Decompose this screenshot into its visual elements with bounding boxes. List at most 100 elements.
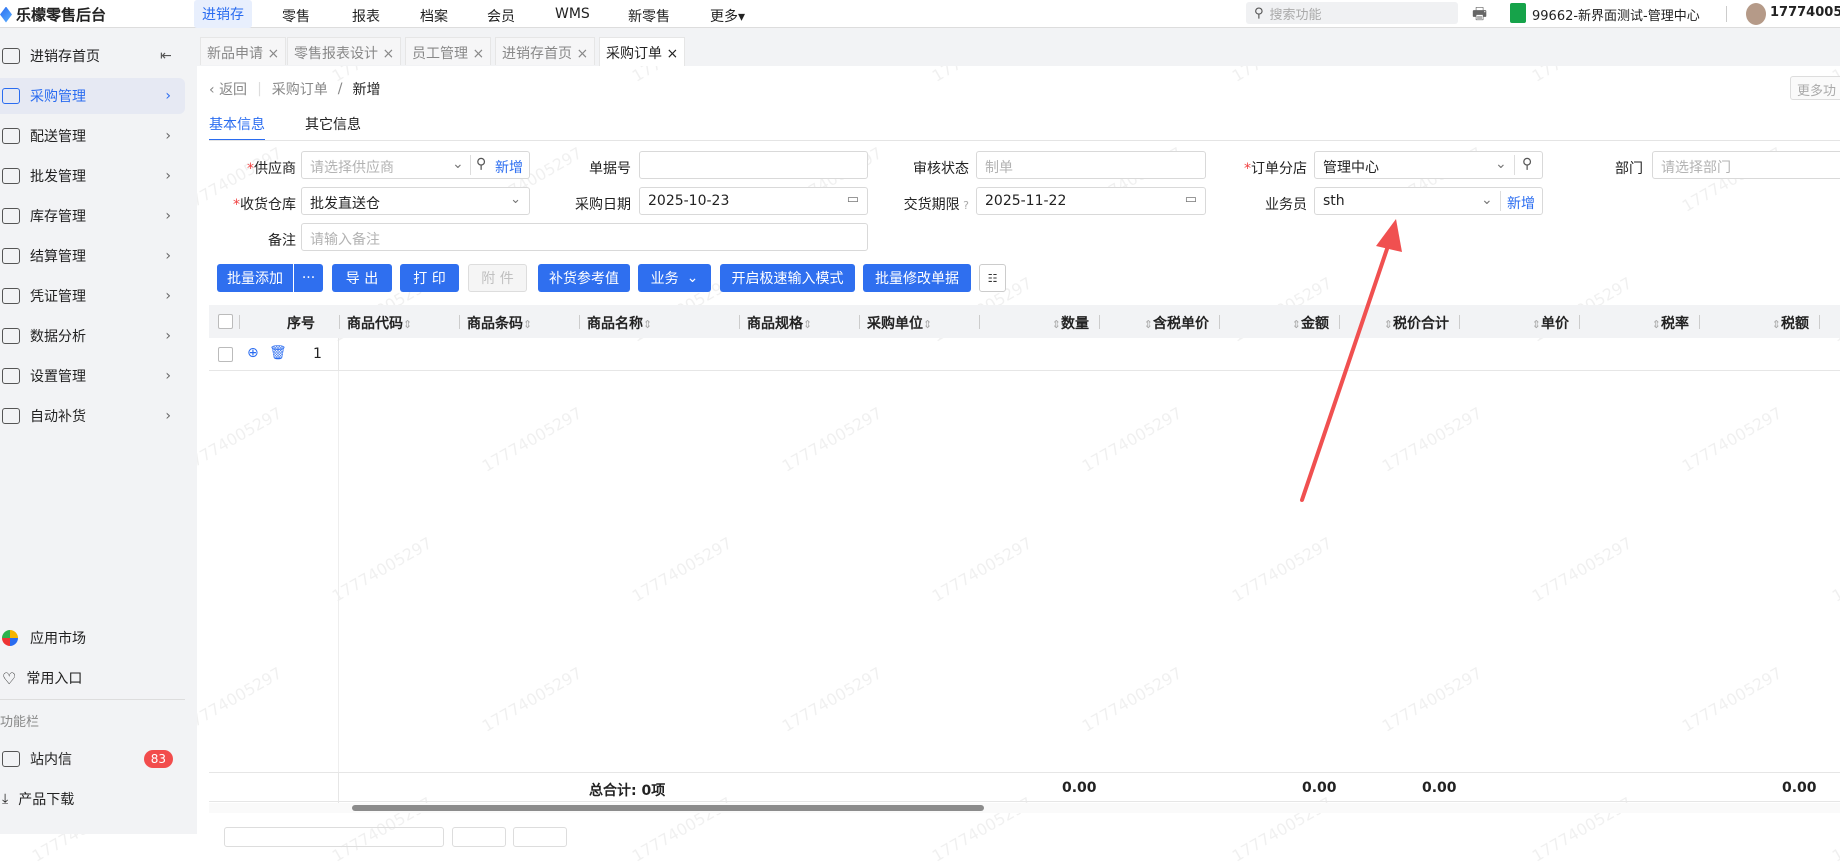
add-supplier-link[interactable]: 新增 bbox=[495, 157, 523, 177]
pagination-button[interactable] bbox=[452, 827, 506, 847]
delivery-deadline-input[interactable]: 2025-11-22 ▭ bbox=[976, 187, 1206, 215]
user-name[interactable]: 17774005 bbox=[1770, 5, 1840, 20]
fast-input-mode-button[interactable]: 开启极速输入模式 bbox=[720, 264, 855, 292]
department-select[interactable]: 请选择部门 bbox=[1652, 151, 1840, 179]
nav-jinxiaocun[interactable]: 进销存 bbox=[194, 0, 252, 28]
column-divider[interactable] bbox=[1099, 315, 1100, 329]
table-header: 序号 商品代码⇕ 商品条码⇕ 商品名称⇕ 商品规格⇕ 采购单位⇕ ⇕数量 ⇕含税单价 ⇕金额 ⇕税… bbox=[209, 305, 1840, 338]
sidebar-item-6[interactable]: 凭证管理 › bbox=[0, 278, 185, 314]
supplier-select[interactable]: 请选择供应商 ⌄ ⚲ 新增 bbox=[301, 151, 530, 179]
column-header[interactable]: 采购单位⇕ bbox=[867, 313, 932, 333]
sidebar-item-5[interactable]: 结算管理 › bbox=[0, 238, 185, 274]
doc-no-input[interactable] bbox=[639, 151, 868, 179]
sidebar-download[interactable]: ⤓ 产品下载 bbox=[0, 781, 185, 817]
column-header[interactable]: 序号 bbox=[287, 313, 315, 333]
sidebar-item-1[interactable]: 采购管理 › bbox=[0, 78, 185, 114]
column-divider[interactable] bbox=[1579, 315, 1580, 329]
warehouse-select[interactable]: 批发直送仓 ⌄ bbox=[301, 187, 530, 215]
column-header[interactable]: ⇕税价合计 bbox=[1384, 313, 1449, 333]
horizontal-scrollbar[interactable] bbox=[209, 803, 1840, 813]
column-divider[interactable] bbox=[1699, 315, 1700, 329]
avatar[interactable] bbox=[1746, 3, 1766, 25]
export-button[interactable]: 导 出 bbox=[332, 264, 392, 292]
remark-input[interactable]: 请输入备注 bbox=[301, 223, 868, 251]
order-store-select[interactable]: 管理中心 ⌄ ⚲ bbox=[1314, 151, 1543, 179]
tab-jxc-home[interactable]: 进销存首页 × bbox=[495, 37, 596, 65]
search-input[interactable]: ⚲ 搜索功能 bbox=[1246, 2, 1458, 24]
column-divider[interactable] bbox=[859, 315, 860, 329]
sidebar-item-label: 进销存首页 bbox=[30, 49, 100, 65]
sidebar-item-4[interactable]: 库存管理 › bbox=[0, 198, 185, 234]
sidebar-favorites[interactable]: ♡ 常用入口 bbox=[0, 660, 185, 696]
store-name[interactable]: 99662-新界面测试-管理中心 bbox=[1532, 5, 1700, 24]
business-dropdown-button[interactable]: 业务 ⌄ bbox=[638, 264, 711, 292]
column-header[interactable]: 商品规格⇕ bbox=[747, 313, 812, 333]
column-divider[interactable] bbox=[339, 315, 340, 329]
column-divider[interactable] bbox=[1339, 315, 1340, 329]
batch-add-button[interactable]: 批量添加 bbox=[217, 264, 293, 292]
tab-basic-info[interactable]: 基本信息 bbox=[209, 114, 265, 141]
column-header[interactable]: ⇕金额 bbox=[1292, 313, 1329, 333]
nav-member[interactable]: 会员 bbox=[487, 6, 515, 26]
nav-reports[interactable]: 报表 bbox=[352, 6, 380, 26]
salesperson-select[interactable]: sth ⌄ 新增 bbox=[1314, 187, 1543, 215]
tab-other-info[interactable]: 其它信息 bbox=[305, 114, 361, 134]
column-header[interactable]: ⇕含税单价 bbox=[1144, 313, 1209, 333]
select-all-checkbox[interactable] bbox=[218, 314, 233, 329]
calendar-icon[interactable]: ▭ bbox=[1185, 192, 1197, 207]
search-icon[interactable]: ⚲ bbox=[476, 156, 486, 172]
collapse-sidebar-icon[interactable]: ⇤ bbox=[160, 48, 172, 64]
purchase-date-input[interactable]: 2025-10-23 ▭ bbox=[639, 187, 868, 215]
back-button[interactable]: ‹ 返回 bbox=[209, 79, 247, 99]
calendar-icon[interactable]: ▭ bbox=[847, 192, 859, 207]
column-divider[interactable] bbox=[979, 315, 980, 329]
column-header[interactable]: ⇕单价 bbox=[1532, 313, 1569, 333]
column-divider[interactable] bbox=[1219, 315, 1220, 329]
column-divider[interactable] bbox=[739, 315, 740, 329]
sidebar-item-2[interactable]: 配送管理 › bbox=[0, 118, 185, 154]
add-row-icon[interactable]: ⊕ bbox=[247, 345, 259, 361]
printer-icon[interactable]: 🖶 bbox=[1472, 3, 1487, 30]
batch-add-more-button[interactable]: ··· bbox=[294, 264, 323, 292]
sidebar-item-9[interactable]: 自动补货 › bbox=[0, 398, 185, 434]
column-header[interactable]: ⇕数量 bbox=[1052, 313, 1089, 333]
column-divider[interactable] bbox=[459, 315, 460, 329]
breadcrumb-parent[interactable]: 采购订单 bbox=[272, 79, 328, 99]
more-functions-button[interactable]: 更多功 bbox=[1790, 76, 1840, 100]
column-header[interactable]: 商品代码⇕ bbox=[347, 313, 412, 333]
print-button[interactable]: 打 印 bbox=[400, 264, 459, 292]
sidebar-item-7[interactable]: 数据分析 › bbox=[0, 318, 185, 354]
add-salesperson-link[interactable]: 新增 bbox=[1507, 193, 1535, 213]
column-header[interactable]: 商品条码⇕ bbox=[467, 313, 532, 333]
nav-retail[interactable]: 零售 bbox=[282, 6, 310, 26]
pagination-button[interactable] bbox=[513, 827, 567, 847]
column-divider[interactable] bbox=[1459, 315, 1460, 329]
scrollbar-thumb[interactable] bbox=[352, 805, 984, 811]
row-checkbox[interactable] bbox=[218, 347, 233, 362]
tab-employee[interactable]: 员工管理 × bbox=[405, 37, 492, 65]
column-divider[interactable] bbox=[1819, 315, 1820, 329]
watermark-text: 17774005297 bbox=[778, 663, 886, 736]
column-header[interactable]: ⇕税额 bbox=[1772, 313, 1809, 333]
nav-more[interactable]: 更多▾ bbox=[710, 6, 745, 26]
sidebar-item-8[interactable]: 设置管理 › bbox=[0, 358, 185, 394]
column-header[interactable]: ⇕税率 bbox=[1652, 313, 1689, 333]
sidebar-item-3[interactable]: 批发管理 › bbox=[0, 158, 185, 194]
batch-edit-button[interactable]: 批量修改单据 bbox=[863, 264, 971, 292]
tab-retail-report[interactable]: 零售报表设计 × bbox=[287, 37, 402, 65]
nav-new-retail[interactable]: 新零售 bbox=[628, 6, 670, 26]
delete-row-icon[interactable]: 🗑 bbox=[269, 345, 287, 361]
column-divider[interactable] bbox=[579, 315, 580, 329]
tab-purchase-order[interactable]: 采购订单 × bbox=[599, 37, 686, 66]
column-settings-icon[interactable]: ☷ bbox=[979, 264, 1006, 292]
sidebar-app-market[interactable]: 应用市场 bbox=[0, 620, 185, 656]
replenish-reference-button[interactable]: 补货参考值 bbox=[538, 264, 630, 292]
search-icon[interactable]: ⚲ bbox=[1522, 156, 1532, 172]
tab-new-product[interactable]: 新品申请 × bbox=[200, 37, 287, 65]
pagination-input[interactable] bbox=[224, 827, 444, 847]
sidebar-messages[interactable]: 站内信 83 bbox=[0, 741, 185, 777]
sidebar-item-0[interactable]: 进销存首页 bbox=[0, 38, 185, 74]
column-header[interactable]: 商品名称⇕ bbox=[587, 313, 652, 333]
nav-wms[interactable]: WMS bbox=[555, 6, 590, 22]
nav-archive[interactable]: 档案 bbox=[420, 6, 448, 26]
